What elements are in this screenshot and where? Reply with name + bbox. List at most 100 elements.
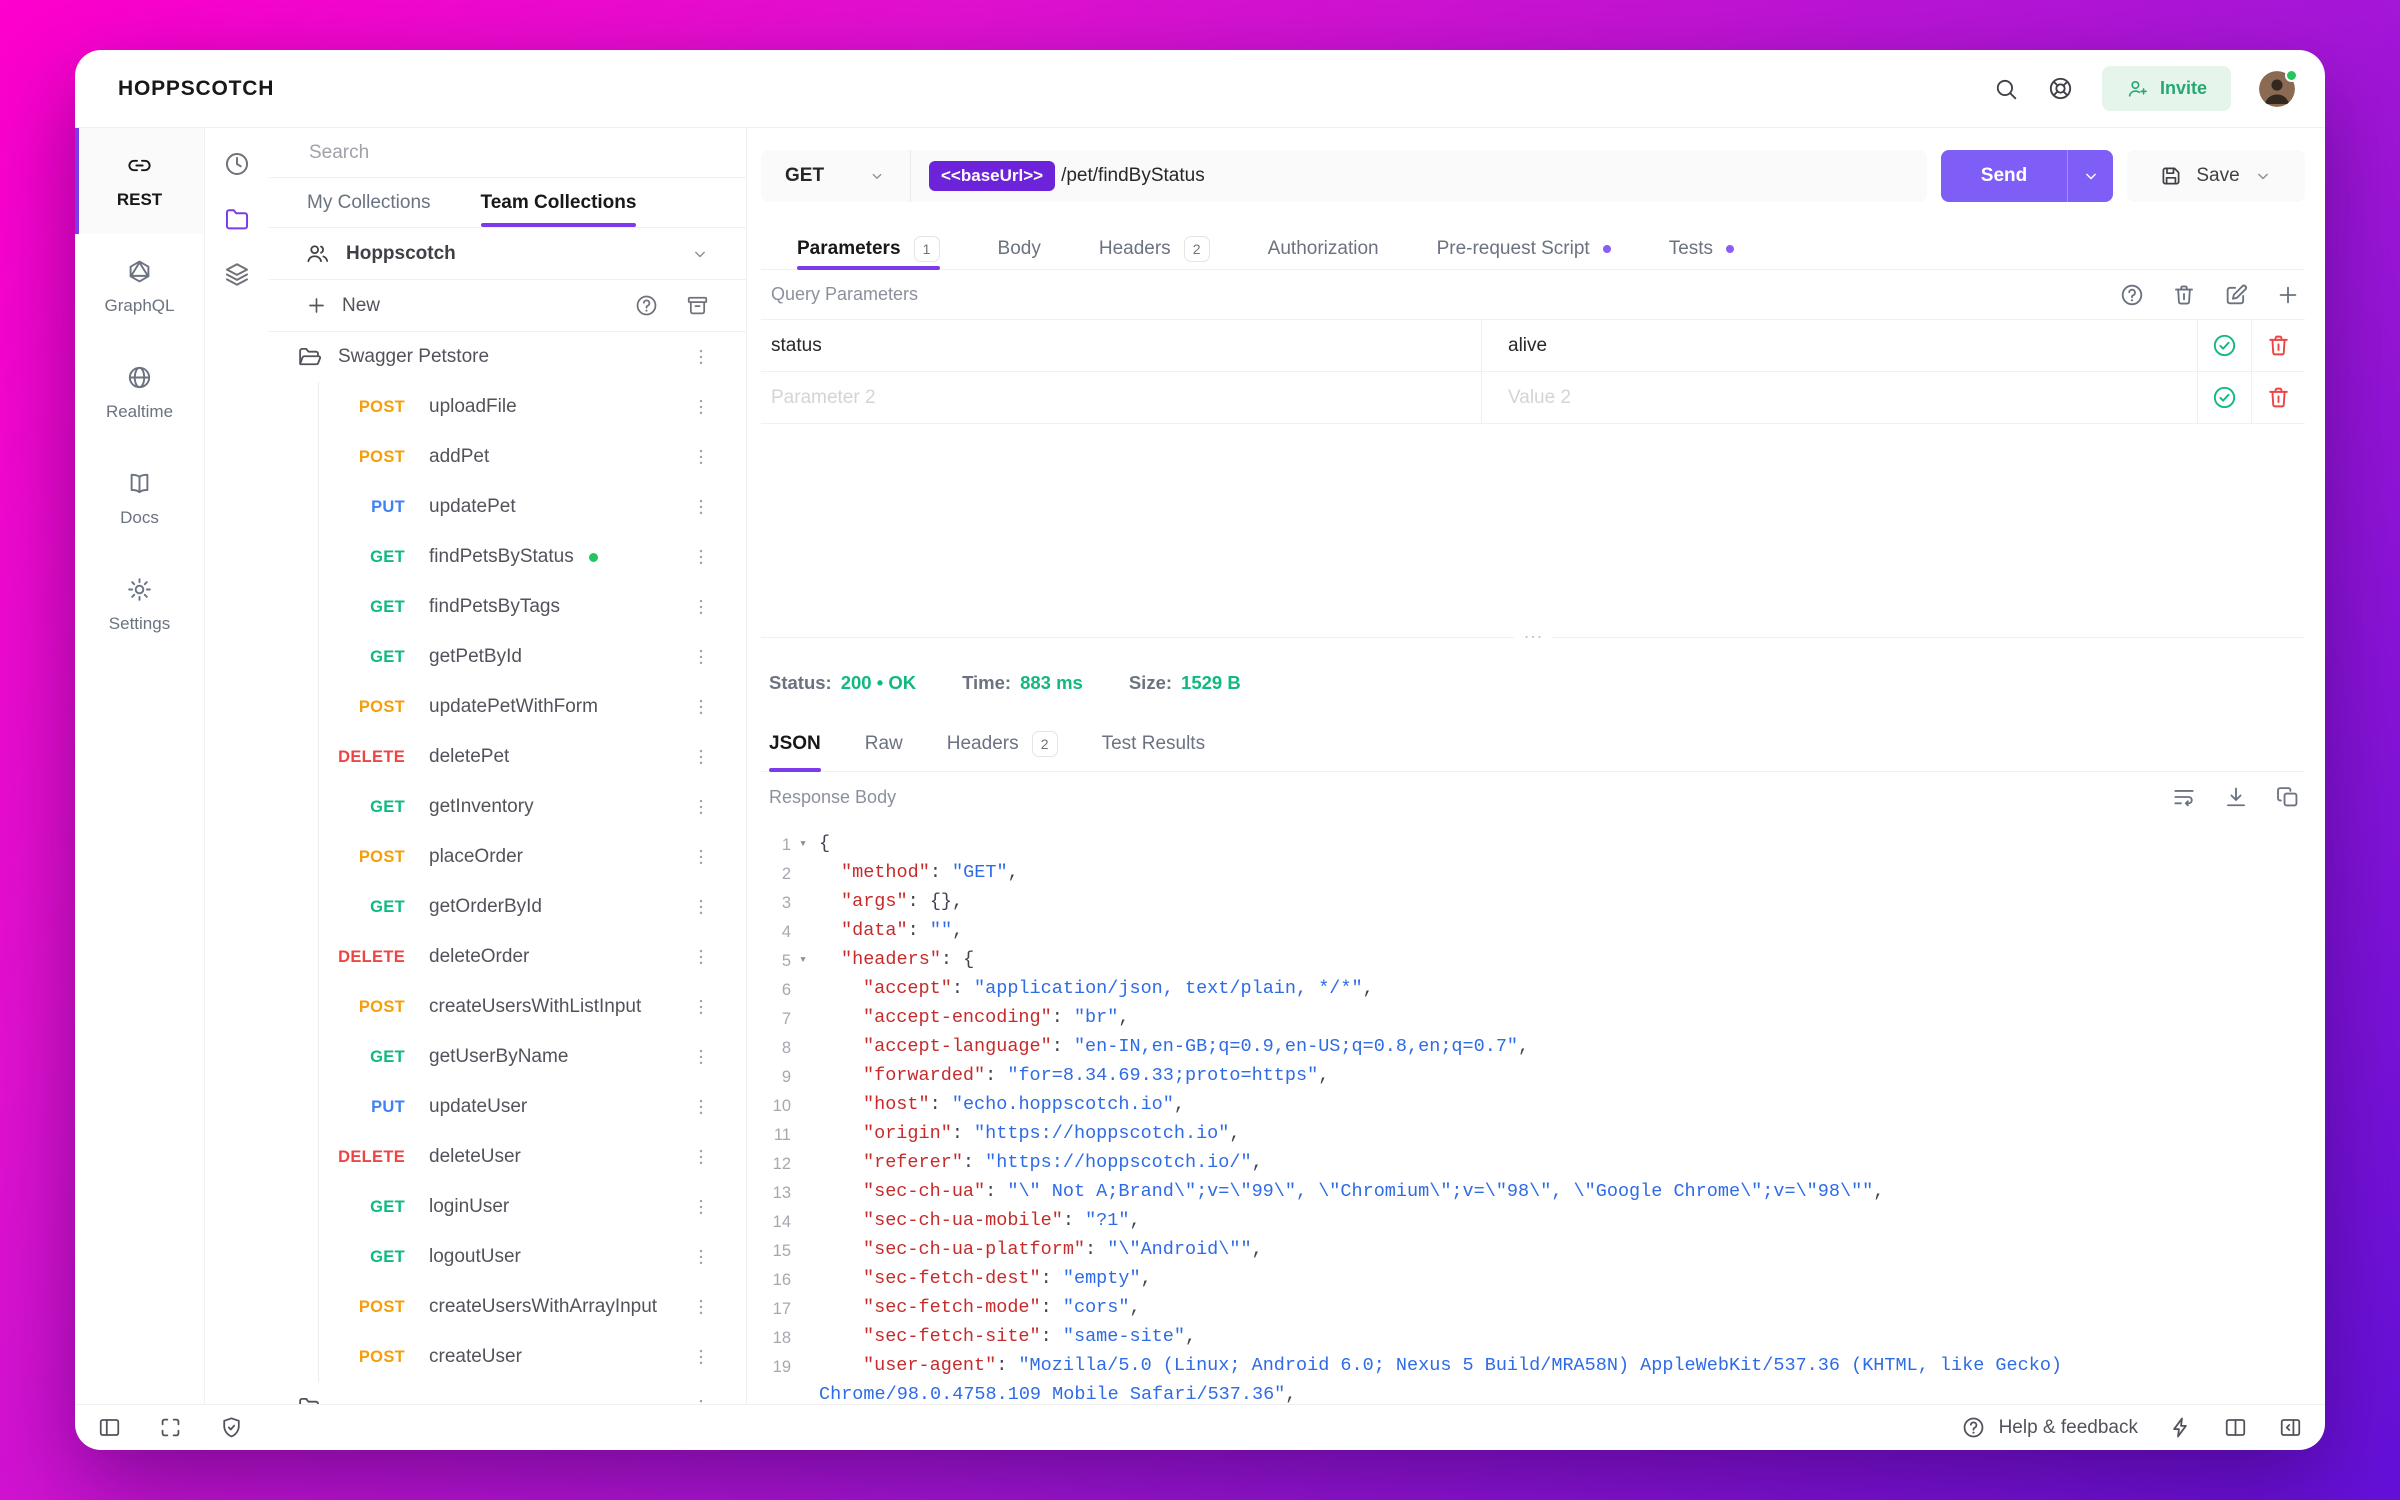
tab-test-results[interactable]: Test Results — [1102, 716, 1205, 771]
tab-my-collections[interactable]: My Collections — [307, 178, 431, 227]
tab-headers[interactable]: Headers 2 — [947, 716, 1058, 771]
interceptor-shield-icon[interactable] — [219, 1415, 244, 1440]
request-updateuser[interactable]: PUT updateUser — [269, 1082, 746, 1132]
column-layout-icon[interactable] — [2223, 1415, 2248, 1440]
more-options-icon[interactable] — [690, 346, 712, 368]
sidebar-item-rest[interactable]: REST — [75, 128, 204, 234]
shortcuts-zap-icon[interactable] — [2168, 1415, 2193, 1440]
sidebar-item-settings[interactable]: Settings — [75, 552, 204, 658]
download-icon[interactable] — [2223, 784, 2249, 810]
more-options-icon[interactable] — [690, 396, 712, 418]
more-options-icon[interactable] — [690, 896, 712, 918]
collections-icon[interactable] — [223, 205, 251, 233]
param-key-input[interactable] — [761, 385, 1481, 410]
tab-headers[interactable]: Headers 2 — [1099, 228, 1210, 269]
avatar[interactable] — [2259, 68, 2298, 107]
response-body-editor[interactable]: 1 ▾ { 2 "method": "GET", 3 "args": {}, 4… — [761, 822, 2305, 1404]
request-loginuser[interactable]: GET loginUser — [269, 1182, 746, 1232]
param-active-toggle-icon[interactable] — [2211, 332, 2238, 359]
param-delete-icon[interactable] — [2265, 384, 2292, 411]
more-options-icon[interactable] — [690, 796, 712, 818]
pane-resize-handle[interactable] — [761, 626, 2305, 648]
request-getinventory[interactable]: GET getInventory — [269, 782, 746, 832]
import-export-icon[interactable] — [685, 293, 710, 318]
more-options-icon[interactable] — [690, 946, 712, 968]
url-input[interactable]: <<baseUrl>> /pet/findByStatus — [911, 150, 1927, 202]
collection-folder[interactable]: Swagger Petstore — [269, 332, 746, 382]
tab-json[interactable]: JSON — [769, 716, 821, 772]
send-button[interactable]: Send — [1941, 150, 2067, 202]
request-deleteorder[interactable]: DELETE deleteOrder — [269, 932, 746, 982]
param-key-input[interactable] — [761, 333, 1481, 358]
more-options-icon[interactable] — [690, 1096, 712, 1118]
clear-all-icon[interactable] — [2171, 282, 2197, 308]
shortcuts-icon[interactable] — [158, 1415, 183, 1440]
tab-raw[interactable]: Raw — [865, 716, 903, 771]
more-options-icon[interactable] — [690, 546, 712, 568]
more-options-icon[interactable] — [690, 746, 712, 768]
save-button[interactable]: Save — [2127, 150, 2305, 202]
request-deletepet[interactable]: DELETE deletePet — [269, 732, 746, 782]
more-options-icon[interactable] — [690, 1396, 712, 1404]
wrap-lines-icon[interactable] — [2171, 784, 2197, 810]
request-logoutuser[interactable]: GET logoutUser — [269, 1232, 746, 1282]
toggle-sidebar-icon[interactable] — [97, 1415, 122, 1440]
param-value-input[interactable] — [1482, 333, 2197, 358]
search-icon[interactable] — [1993, 76, 2019, 102]
invite-button[interactable]: Invite — [2101, 66, 2231, 111]
request-createuser[interactable]: POST createUser — [269, 1332, 746, 1382]
tab-authorization[interactable]: Authorization — [1268, 228, 1379, 269]
request-addpet[interactable]: POST addPet — [269, 432, 746, 482]
request-createuserswitharrayinput[interactable]: POST createUsersWithArrayInput — [269, 1282, 746, 1332]
more-options-icon[interactable] — [690, 1296, 712, 1318]
request-updatepet[interactable]: PUT updatePet — [269, 482, 746, 532]
method-select[interactable]: GET — [761, 150, 911, 202]
more-options-icon[interactable] — [690, 596, 712, 618]
collections-search-input[interactable] — [307, 140, 708, 165]
request-uploadfile[interactable]: POST uploadFile — [269, 382, 746, 432]
request-updatepetwithform[interactable]: POST updatePetWithForm — [269, 682, 746, 732]
tab-team-collections[interactable]: Team Collections — [480, 178, 636, 227]
more-options-icon[interactable] — [690, 1046, 712, 1068]
more-options-icon[interactable] — [690, 496, 712, 518]
collection-folder-partial[interactable] — [269, 1382, 746, 1404]
tab-parameters[interactable]: Parameters 1 — [797, 228, 940, 270]
fold-toggle-icon[interactable]: ▾ — [791, 830, 815, 859]
param-active-toggle-icon[interactable] — [2211, 384, 2238, 411]
history-icon[interactable] — [223, 150, 251, 178]
tab-body[interactable]: Body — [998, 228, 1041, 269]
help-feedback-button[interactable]: Help & feedback — [1961, 1415, 2138, 1440]
request-placeorder[interactable]: POST placeOrder — [269, 832, 746, 882]
tab-tests[interactable]: Tests — [1669, 228, 1735, 269]
help-icon[interactable] — [2119, 282, 2145, 308]
request-getpetbyid[interactable]: GET getPetById — [269, 632, 746, 682]
workspace-selector[interactable]: Hoppscotch — [269, 228, 746, 280]
request-getorderbyid[interactable]: GET getOrderById — [269, 882, 746, 932]
sidebar-item-graphql[interactable]: GraphQL — [75, 234, 204, 340]
help-icon[interactable] — [634, 293, 659, 318]
param-delete-icon[interactable] — [2265, 332, 2292, 359]
request-createuserswithlistinput[interactable]: POST createUsersWithListInput — [269, 982, 746, 1032]
more-options-icon[interactable] — [690, 1196, 712, 1218]
more-options-icon[interactable] — [690, 1146, 712, 1168]
request-deleteuser[interactable]: DELETE deleteUser — [269, 1132, 746, 1182]
more-options-icon[interactable] — [690, 1246, 712, 1268]
collapse-right-panel-icon[interactable] — [2278, 1415, 2303, 1440]
more-options-icon[interactable] — [690, 446, 712, 468]
send-options-button[interactable] — [2067, 150, 2113, 202]
tab-pre-request-script[interactable]: Pre-request Script — [1437, 228, 1611, 269]
more-options-icon[interactable] — [690, 996, 712, 1018]
copy-icon[interactable] — [2275, 784, 2301, 810]
more-options-icon[interactable] — [690, 696, 712, 718]
add-parameter-icon[interactable] — [2275, 282, 2301, 308]
sidebar-item-docs[interactable]: Docs — [75, 446, 204, 552]
more-options-icon[interactable] — [690, 646, 712, 668]
request-getuserbyname[interactable]: GET getUserByName — [269, 1032, 746, 1082]
new-collection-button[interactable]: New — [305, 294, 380, 317]
support-icon[interactable] — [2047, 75, 2074, 102]
more-options-icon[interactable] — [690, 1346, 712, 1368]
sidebar-item-realtime[interactable]: Realtime — [75, 340, 204, 446]
environments-icon[interactable] — [223, 260, 251, 288]
request-findpetsbytags[interactable]: GET findPetsByTags — [269, 582, 746, 632]
request-findpetsbystatus[interactable]: GET findPetsByStatus — [269, 532, 746, 582]
